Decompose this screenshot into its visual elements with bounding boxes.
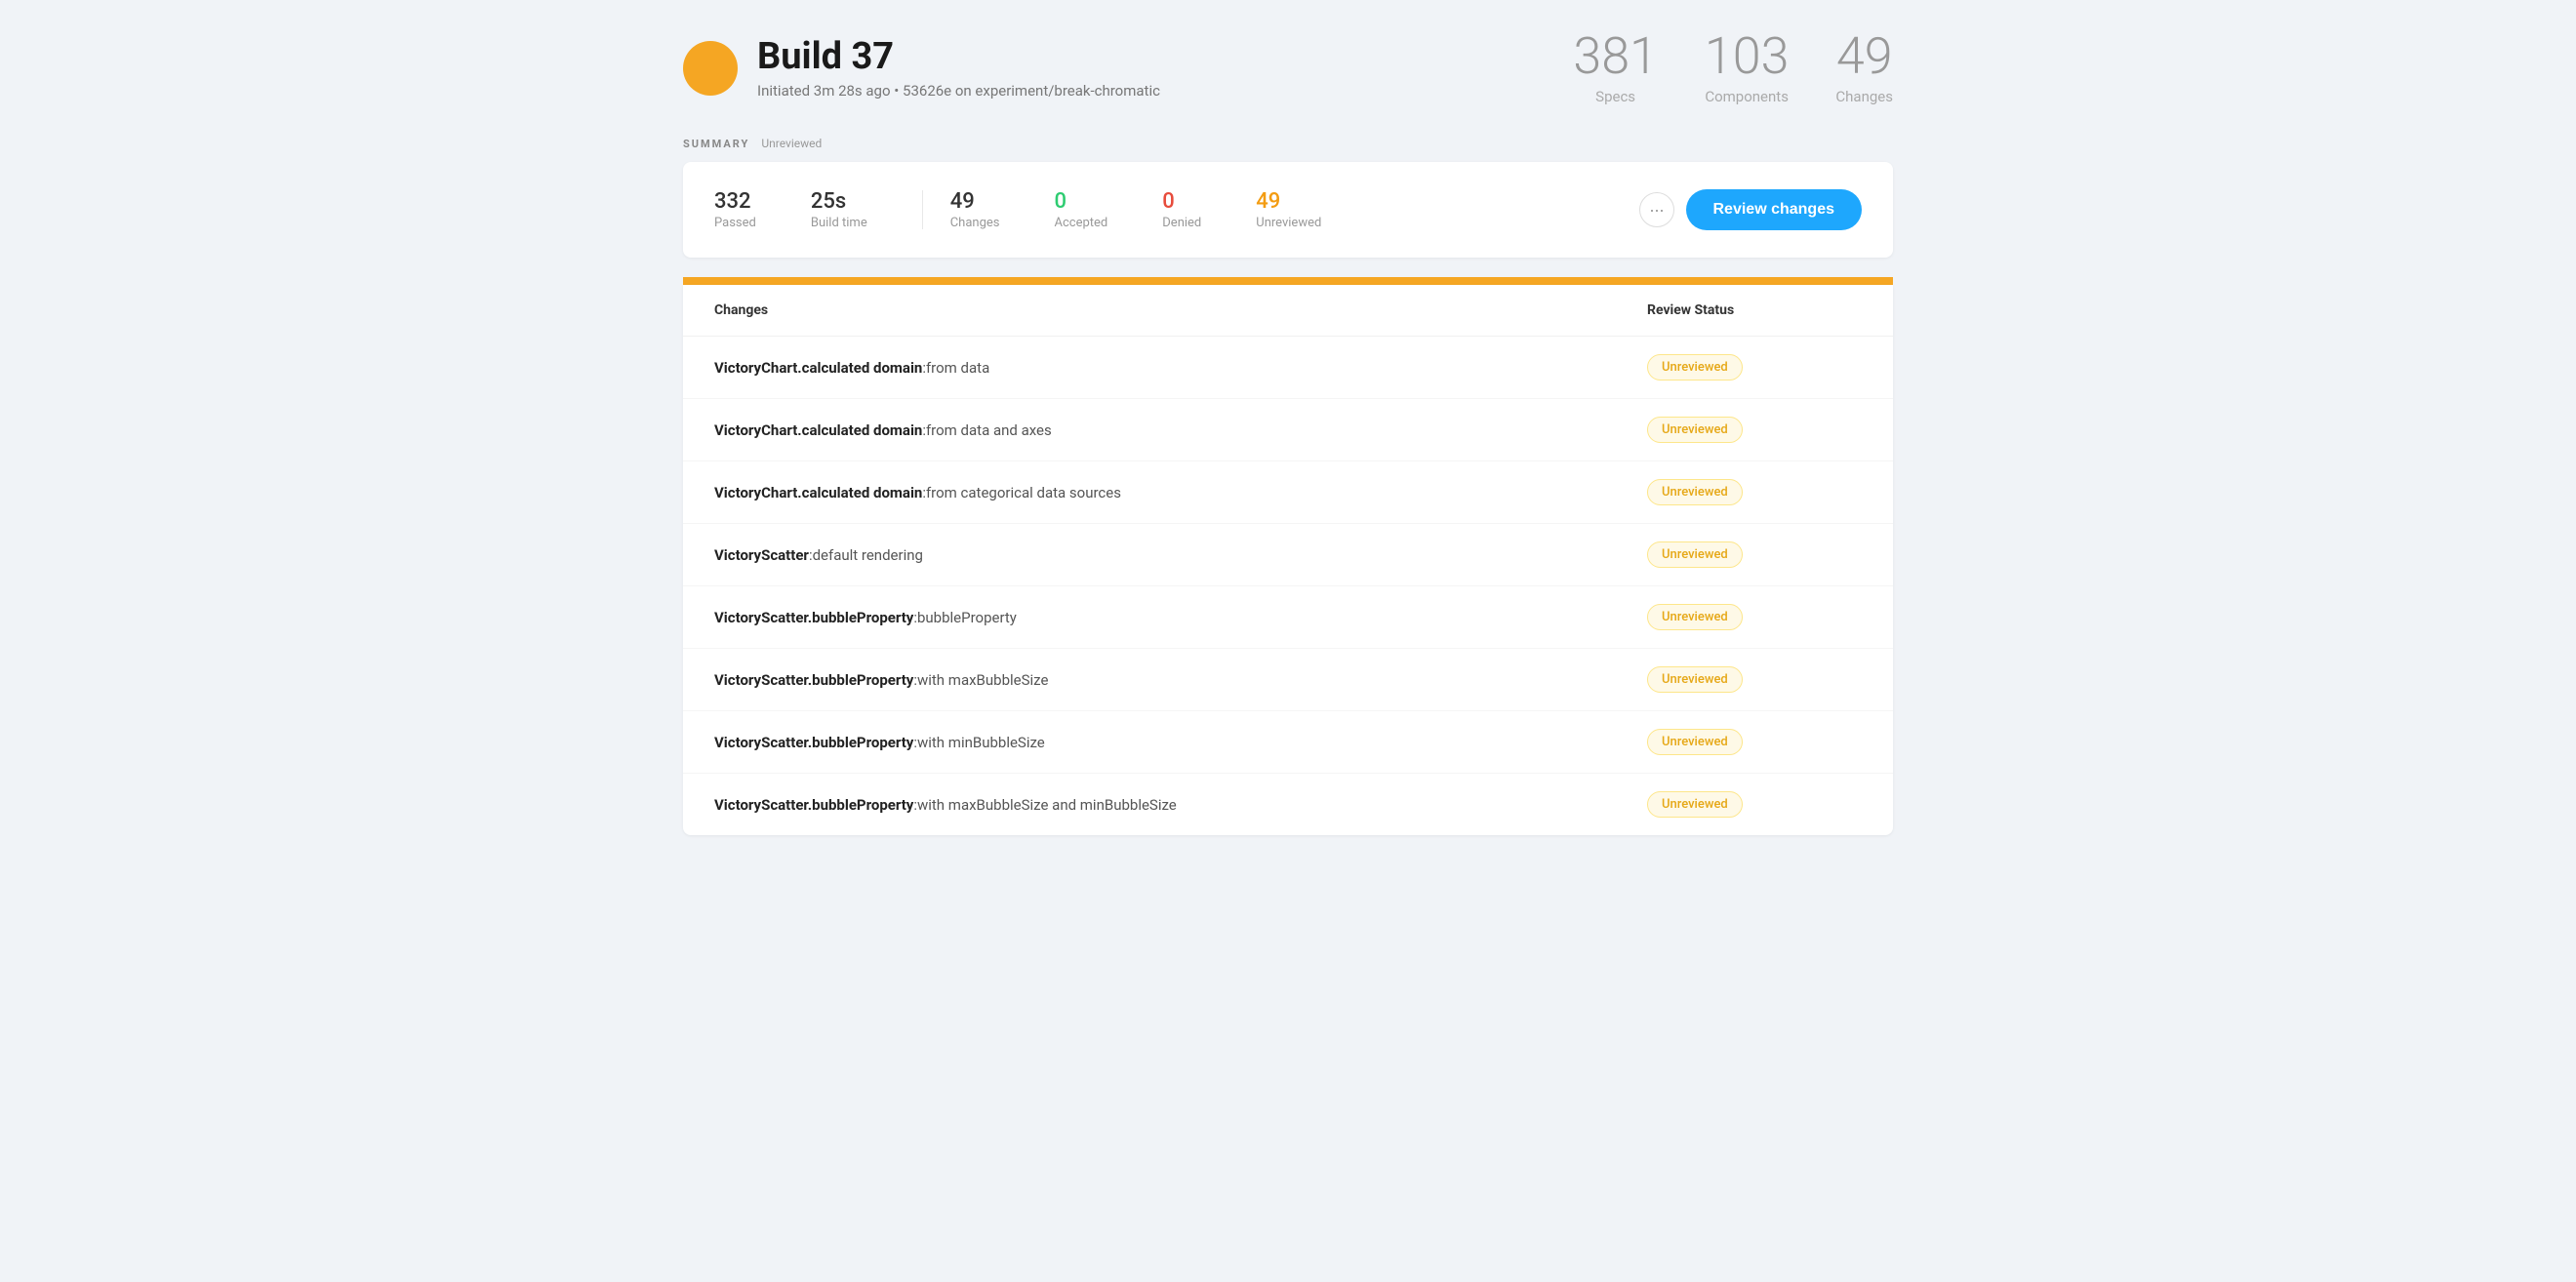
status-badge-cell: Unreviewed (1647, 417, 1862, 443)
summary-card: 332 Passed 25s Build time 49 Changes 0 A… (683, 162, 1893, 258)
change-name-bold: VictoryScatter.bubbleProperty (714, 734, 913, 751)
build-status-icon (683, 41, 738, 96)
summary-stat-unreviewed: 49 Unreviewed (1256, 189, 1348, 230)
status-badge-cell: Unreviewed (1647, 729, 1862, 755)
change-name-bold: VictoryChart.calculated domain (714, 484, 922, 501)
summary-stats: 332 Passed 25s Build time 49 Changes 0 A… (714, 189, 1376, 230)
summary-stat-accepted: 0 Accepted (1055, 189, 1136, 230)
summary-stat-denied: 0 Denied (1162, 189, 1228, 230)
table-row[interactable]: VictoryChart.calculated domain:from data… (683, 399, 1893, 461)
summary-stat-label: Denied (1162, 216, 1201, 230)
status-badge-cell: Unreviewed (1647, 354, 1862, 381)
table-row[interactable]: VictoryScatter.bubbleProperty:with maxBu… (683, 774, 1893, 835)
status-badge: Unreviewed (1647, 791, 1743, 818)
summary-section-badge: Unreviewed (761, 137, 822, 150)
col-changes-header: Changes (714, 302, 1647, 318)
change-name-normal: :bubbleProperty (913, 609, 1017, 626)
change-name-normal: :from data (922, 359, 989, 377)
summary-stat-label: Passed (714, 216, 756, 230)
progress-bar (683, 277, 1893, 285)
status-badge-cell: Unreviewed (1647, 479, 1862, 505)
build-info: Build 37 Initiated 3m 28s ago • 53626e o… (757, 37, 1160, 100)
change-name-bold: VictoryScatter.bubbleProperty (714, 609, 913, 626)
table-row[interactable]: VictoryScatter.bubbleProperty:bubbleProp… (683, 586, 1893, 649)
table-row[interactable]: VictoryChart.calculated domain:from cate… (683, 461, 1893, 524)
summary-stat-number: 0 (1055, 189, 1108, 214)
stat-number: 49 (1835, 31, 1893, 82)
build-title: Build 37 (757, 37, 1160, 78)
table-row[interactable]: VictoryScatter.bubbleProperty:with maxBu… (683, 649, 1893, 711)
change-name-bold: VictoryScatter.bubbleProperty (714, 796, 913, 814)
summary-stat-passed: 332 Passed (714, 189, 784, 230)
change-name: VictoryScatter.bubbleProperty:with maxBu… (714, 671, 1647, 689)
summary-stat-label: Unreviewed (1256, 216, 1321, 230)
summary-stat-number: 49 (950, 189, 1000, 214)
summary-stat-number: 332 (714, 189, 756, 214)
table-body: VictoryChart.calculated domain:from data… (683, 337, 1893, 835)
status-badge: Unreviewed (1647, 354, 1743, 381)
status-badge-cell: Unreviewed (1647, 791, 1862, 818)
change-name-normal: :with maxBubbleSize and minBubbleSize (913, 796, 1176, 814)
header-left: Build 37 Initiated 3m 28s ago • 53626e o… (683, 37, 1160, 100)
stat-number: 381 (1573, 31, 1658, 82)
status-badge: Unreviewed (1647, 729, 1743, 755)
summary-title: SUMMARY (683, 138, 749, 150)
changes-table: Changes Review Status VictoryChart.calcu… (683, 285, 1893, 835)
status-badge-cell: Unreviewed (1647, 541, 1862, 568)
table-row[interactable]: VictoryScatter.bubbleProperty:with minBu… (683, 711, 1893, 774)
col-status-header: Review Status (1647, 302, 1862, 318)
summary-stat-label: Changes (950, 216, 1000, 230)
status-badge-cell: Unreviewed (1647, 604, 1862, 630)
stat-label: Changes (1835, 88, 1893, 105)
table-header: Changes Review Status (683, 285, 1893, 337)
build-subtitle: Initiated 3m 28s ago • 53626e on experim… (757, 82, 1160, 100)
change-name-normal: :with maxBubbleSize (913, 671, 1048, 689)
status-badge: Unreviewed (1647, 666, 1743, 693)
change-name: VictoryScatter.bubbleProperty:with maxBu… (714, 796, 1647, 814)
summary-stat-changes: 49 Changes (950, 189, 1027, 230)
divider (922, 190, 923, 229)
summary-actions: ··· Review changes (1639, 189, 1863, 230)
summary-stat-build-time: 25s Build time (811, 189, 895, 230)
change-name: VictoryChart.calculated domain:from data… (714, 421, 1647, 439)
header-stats: 381 Specs 103 Components 49 Changes (1573, 31, 1893, 105)
change-name-bold: VictoryChart.calculated domain (714, 359, 922, 377)
table-row[interactable]: VictoryScatter:default rendering Unrevie… (683, 524, 1893, 586)
table-row[interactable]: VictoryChart.calculated domain:from data… (683, 337, 1893, 399)
change-name: VictoryChart.calculated domain:from data (714, 359, 1647, 377)
header-stat-changes: 49 Changes (1835, 31, 1893, 105)
more-button[interactable]: ··· (1639, 192, 1674, 227)
change-name-normal: :default rendering (809, 546, 923, 564)
change-name-bold: VictoryChart.calculated domain (714, 421, 922, 439)
change-name-bold: VictoryScatter (714, 546, 809, 564)
stat-number: 103 (1705, 31, 1790, 82)
status-badge: Unreviewed (1647, 604, 1743, 630)
status-badge-cell: Unreviewed (1647, 666, 1862, 693)
stat-label: Specs (1573, 88, 1658, 105)
summary-header: SUMMARY Unreviewed (683, 137, 1893, 150)
summary-stat-label: Build time (811, 216, 867, 230)
change-name-normal: :with minBubbleSize (913, 734, 1044, 751)
summary-stat-number: 25s (811, 189, 867, 214)
change-name: VictoryScatter.bubbleProperty:bubbleProp… (714, 609, 1647, 626)
header-stat-components: 103 Components (1705, 31, 1790, 105)
status-badge: Unreviewed (1647, 479, 1743, 505)
change-name-normal: :from data and axes (922, 421, 1051, 439)
summary-stat-number: 0 (1162, 189, 1201, 214)
change-name: VictoryScatter:default rendering (714, 546, 1647, 564)
change-name-normal: :from categorical data sources (922, 484, 1121, 501)
status-badge: Unreviewed (1647, 541, 1743, 568)
change-name: VictoryChart.calculated domain:from cate… (714, 484, 1647, 501)
stat-label: Components (1705, 88, 1790, 105)
change-name: VictoryScatter.bubbleProperty:with minBu… (714, 734, 1647, 751)
header: Build 37 Initiated 3m 28s ago • 53626e o… (683, 31, 1893, 105)
summary-stat-label: Accepted (1055, 216, 1108, 230)
status-badge: Unreviewed (1647, 417, 1743, 443)
summary-stat-number: 49 (1256, 189, 1321, 214)
review-changes-button[interactable]: Review changes (1686, 189, 1863, 230)
page-container: Build 37 Initiated 3m 28s ago • 53626e o… (644, 0, 1932, 866)
header-stat-specs: 381 Specs (1573, 31, 1658, 105)
change-name-bold: VictoryScatter.bubbleProperty (714, 671, 913, 689)
